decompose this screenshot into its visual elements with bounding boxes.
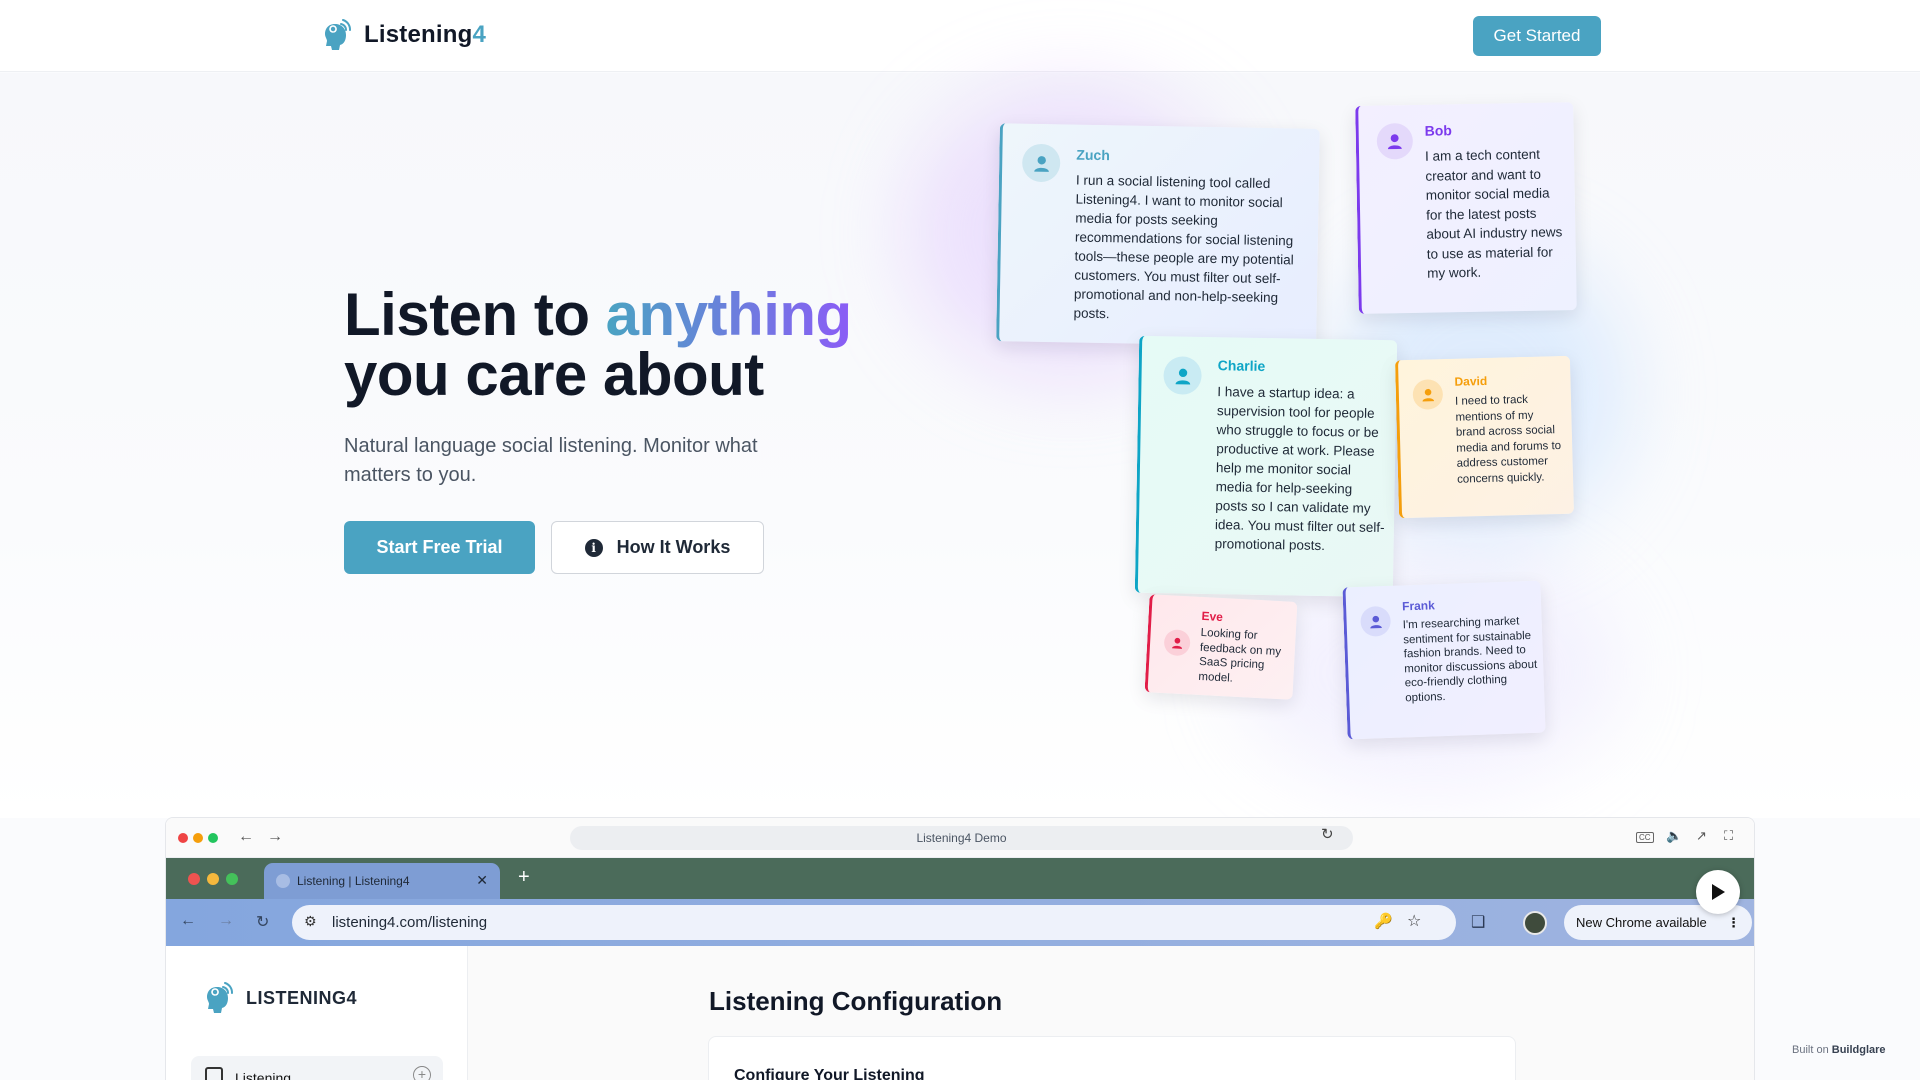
demo-app-body: LISTENING4 Listening + Listening Configu… — [166, 946, 1754, 1080]
chrome-back-icon[interactable]: ← — [180, 912, 196, 930]
listening-head-logo-icon — [207, 982, 233, 1013]
hero-title: Listen to anything you care about — [344, 281, 852, 408]
demo-window: ← → Listening4 Demo ↻ CC 🔈 ↗ ⛶ Listening… — [165, 817, 1755, 1080]
hero-subtitle: Natural language social listening. Monit… — [344, 435, 758, 486]
use-case-card-frank: Frank I'm researching market sentiment f… — [1342, 580, 1546, 740]
sidebar-item-label: Listening — [235, 1070, 292, 1080]
config-card: Configure Your Listening — [708, 1036, 1516, 1080]
app-logo[interactable]: LISTENING4 — [204, 981, 357, 1015]
site-settings-icon[interactable]: ⚙ — [304, 913, 317, 930]
card-name: Frank — [1401, 598, 1436, 614]
window-close-dot[interactable] — [178, 833, 188, 843]
forward-arrow-icon[interactable]: → — [267, 828, 283, 846]
open-external-icon[interactable]: ↗ — [1696, 828, 1707, 844]
card-name: David — [1454, 373, 1488, 389]
chrome-reload-icon[interactable]: ↻ — [256, 912, 269, 932]
card-text: I have a startup idea: a supervision too… — [1214, 384, 1385, 554]
card-name: Bob — [1424, 122, 1452, 139]
brand-logo-link[interactable]: Listening4 — [322, 18, 486, 52]
app-logo-name: LISTENING4 — [246, 987, 358, 1008]
user-avatar-icon — [1163, 356, 1202, 395]
chrome-tab-strip: Listening | Listening4 ✕ + — [166, 858, 1754, 899]
tab-title: Listening | Listening4 — [297, 874, 410, 888]
start-free-trial-button[interactable]: Start Free Trial — [344, 521, 535, 574]
play-icon — [1712, 884, 1725, 900]
fullscreen-icon[interactable]: ⛶ — [1724, 828, 1733, 844]
how-it-works-label: How It Works — [616, 537, 731, 557]
address-url: listening4.com/listening — [332, 914, 488, 931]
sidebar-item-listening[interactable]: Listening + — [191, 1056, 443, 1080]
user-avatar-icon — [1021, 143, 1061, 183]
tab-favicon-icon — [276, 874, 290, 888]
mute-icon[interactable]: 🔈 — [1666, 828, 1682, 844]
chrome-close-dot[interactable] — [188, 873, 200, 885]
hero-section — [0, 73, 1920, 818]
top-navbar: Listening4 Get Started — [0, 0, 1920, 72]
get-started-button[interactable]: Get Started — [1473, 16, 1601, 56]
info-icon: i — [584, 538, 603, 557]
window-maximize-dot[interactable] — [208, 833, 218, 843]
add-circle-icon[interactable]: + — [413, 1066, 431, 1080]
app-sidebar: LISTENING4 Listening + — [166, 946, 468, 1080]
demo-window-bar: ← → Listening4 Demo ↻ CC 🔈 ↗ ⛶ — [166, 818, 1754, 858]
card-name: Charlie — [1217, 357, 1266, 374]
how-it-works-button[interactable]: i How It Works — [551, 521, 764, 574]
brand-name: Listening4 — [364, 21, 487, 48]
card-name: Eve — [1201, 608, 1224, 625]
use-case-card-eve: Eve Looking for feedback on my SaaS pric… — [1144, 594, 1298, 700]
card-text: I'm researching market sentiment for sus… — [1402, 615, 1538, 704]
built-on-badge[interactable]: Built on Buildglare — [1792, 1044, 1886, 1056]
tab-close-icon[interactable]: ✕ — [476, 872, 488, 889]
chrome-forward-icon[interactable]: → — [218, 912, 234, 930]
bookmark-star-icon[interactable]: ☆ — [1407, 911, 1421, 931]
reload-icon[interactable]: ↻ — [1321, 825, 1334, 843]
use-case-card-zuch: Zuch I run a social listening tool calle… — [996, 123, 1320, 347]
config-card-title: Configure Your Listening — [734, 1067, 925, 1080]
page-title: Listening Configuration — [709, 986, 1003, 1016]
user-avatar-icon — [1163, 629, 1191, 657]
extensions-puzzle-icon[interactable]: ❑ — [1471, 912, 1485, 932]
demo-title-bar: Listening4 Demo — [570, 826, 1353, 850]
captions-icon[interactable]: CC — [1636, 832, 1654, 843]
user-avatar-icon — [1360, 605, 1392, 637]
use-case-card-david: David I need to track mentions of my bra… — [1394, 355, 1575, 519]
window-minimize-dot[interactable] — [193, 833, 203, 843]
document-icon — [205, 1067, 223, 1080]
use-case-card-charlie: Charlie I have a startup idea: a supervi… — [1134, 335, 1398, 598]
listening-head-logo-icon — [325, 19, 351, 50]
use-case-card-bob: Bob I am a tech content creator and want… — [1355, 102, 1577, 314]
card-text: I am a tech content creator and want to … — [1424, 146, 1563, 281]
password-key-icon[interactable]: 🔑 — [1374, 912, 1393, 930]
card-name: Zuch — [1076, 146, 1110, 164]
profile-avatar[interactable] — [1523, 911, 1547, 935]
user-avatar-icon — [1412, 379, 1444, 410]
user-avatar-icon — [1376, 122, 1414, 160]
play-video-button[interactable] — [1696, 870, 1740, 914]
chrome-minimize-dot[interactable] — [207, 873, 219, 885]
card-text: I need to track mentions of my brand acr… — [1454, 393, 1562, 486]
address-bar[interactable]: ⚙ listening4.com/listening 🔑 ☆ — [292, 905, 1456, 940]
back-arrow-icon[interactable]: ← — [238, 828, 254, 846]
chrome-toolbar: ← → ↻ ⚙ listening4.com/listening 🔑 ☆ ❑ N… — [166, 899, 1754, 946]
hero-title-highlight: anything — [605, 281, 853, 348]
chrome-maximize-dot[interactable] — [226, 873, 238, 885]
card-text: Looking for feedback on my SaaS pricing … — [1198, 626, 1282, 685]
chrome-tab[interactable]: Listening | Listening4 ✕ — [264, 863, 500, 899]
card-text: I run a social listening tool called Lis… — [1073, 172, 1294, 322]
new-tab-icon[interactable]: + — [518, 866, 530, 889]
